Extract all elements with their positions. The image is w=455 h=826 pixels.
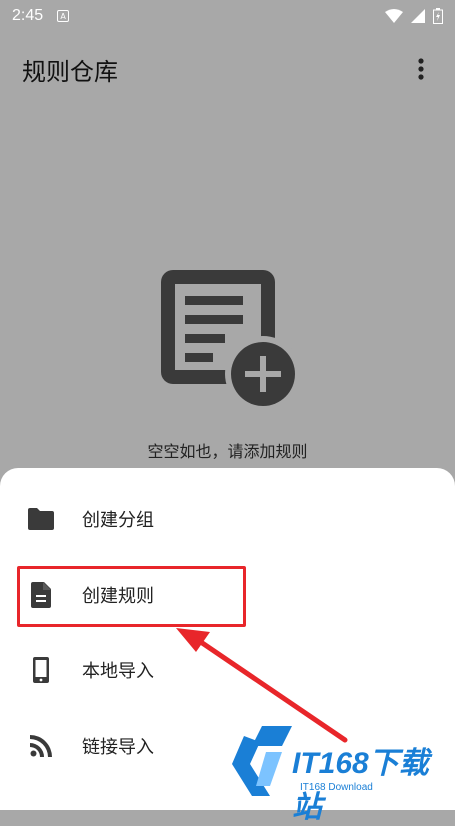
watermark-logo: IT168下载站 IT168 Download (222, 716, 448, 824)
watermark-subtitle: IT168 Download (300, 782, 373, 793)
watermark-emblem-icon (232, 726, 292, 796)
annotation-arrow (176, 628, 348, 743)
